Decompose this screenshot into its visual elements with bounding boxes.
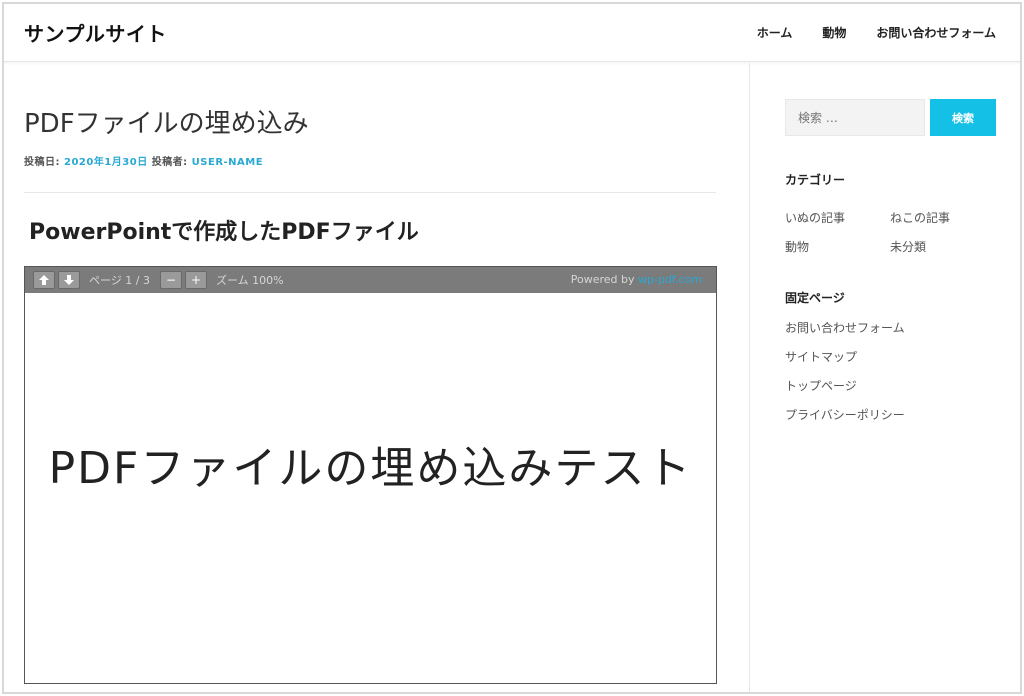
page-item-privacy[interactable]: プライバシーポリシー [785, 406, 905, 423]
page-indicator: ページ 1 / 3 [89, 274, 150, 287]
page-item-contact[interactable]: お問い合わせフォーム [785, 319, 905, 336]
category-item-cats[interactable]: ねこの記事 [890, 209, 990, 226]
meta-author-label: 投稿者: [151, 157, 188, 168]
pdf-page-text: PDFファイルの埋め込みテスト [48, 443, 693, 494]
nav-item-animals[interactable]: 動物 [822, 24, 846, 41]
next-page-button[interactable] [58, 271, 80, 289]
search-form: 検索 [785, 99, 996, 136]
post-meta: 投稿日: 2020年1月30日 投稿者: USER-NAME [24, 153, 263, 168]
zoom-indicator: ズーム 100% [215, 274, 284, 287]
powered-by-label: Powered by [570, 273, 635, 286]
nav-item-contact[interactable]: お問い合わせフォーム [876, 24, 996, 41]
page-item-sitemap[interactable]: サイトマップ [785, 348, 905, 365]
meta-date-link[interactable]: 2020年1月30日 [64, 157, 148, 168]
nav-item-home[interactable]: ホーム [757, 24, 793, 41]
site-header: サンプルサイト ホーム 動物 お問い合わせフォーム [4, 4, 1020, 62]
category-list: いぬの記事 ねこの記事 動物 未分類 [785, 209, 985, 255]
page-item-top[interactable]: トップページ [785, 377, 905, 394]
divider [24, 192, 716, 193]
main-content: PDFファイルの埋め込み 投稿日: 2020年1月30日 投稿者: USER-N… [4, 63, 750, 692]
prev-page-button[interactable] [33, 271, 55, 289]
meta-author-link[interactable]: USER-NAME [192, 157, 263, 168]
categories-title: カテゴリー [785, 173, 846, 187]
post-title: PDFファイルの埋め込み [24, 109, 309, 139]
zoom-in-button[interactable]: + [184, 271, 207, 289]
section-heading: PowerPointで作成したPDFファイル [29, 220, 419, 245]
sidebar: 検索 カテゴリー いぬの記事 ねこの記事 動物 未分類 固定ページ お問い合わせ… [751, 63, 1020, 692]
powered-by: Powered by wp-pdf.com [571, 273, 702, 286]
pages-title: 固定ページ [785, 291, 845, 305]
meta-date-label: 投稿日: [24, 157, 60, 168]
arrow-down-icon [64, 275, 74, 285]
pdf-viewer[interactable]: ページ 1 / 3 − + ズーム 100% Powered by wp-pdf… [24, 266, 717, 684]
category-item-animals[interactable]: 動物 [785, 238, 890, 255]
zoom-out-button[interactable]: − [159, 271, 182, 289]
browser-frame: サンプルサイト ホーム 動物 お問い合わせフォーム PDFファイルの埋め込み 投… [2, 2, 1022, 694]
powered-by-link[interactable]: wp-pdf.com [638, 273, 702, 286]
page-list: お問い合わせフォーム サイトマップ トップページ プライバシーポリシー [785, 319, 905, 423]
search-button[interactable]: 検索 [930, 99, 996, 136]
search-input[interactable] [785, 99, 925, 136]
arrow-up-icon [39, 275, 49, 285]
pdf-toolbar: ページ 1 / 3 − + ズーム 100% Powered by wp-pdf… [25, 267, 716, 293]
site-title[interactable]: サンプルサイト [24, 18, 167, 47]
category-item-uncategorized[interactable]: 未分類 [890, 238, 990, 255]
pdf-page: PDFファイルの埋め込みテスト [25, 293, 716, 683]
main-nav: ホーム 動物 お問い合わせフォーム [757, 24, 996, 41]
category-item-dogs[interactable]: いぬの記事 [785, 209, 890, 226]
